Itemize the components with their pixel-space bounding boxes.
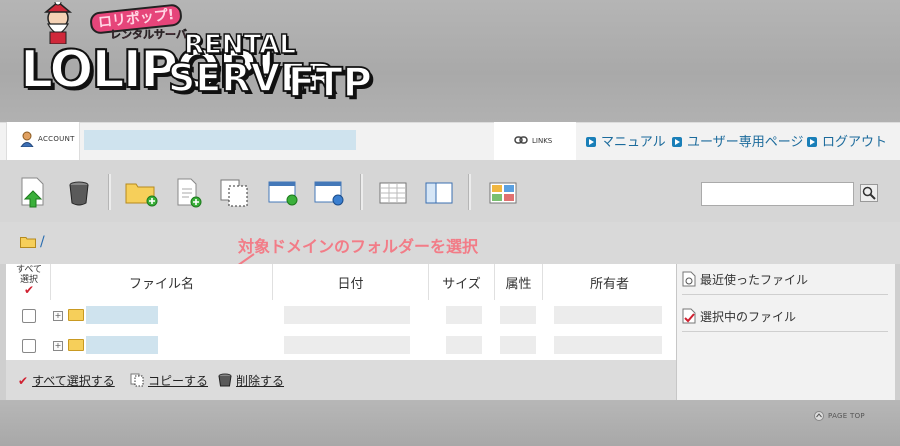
copy-icon [130,373,144,387]
recent-files-label: 最近使ったファイル [700,273,809,287]
mascot-logo-icon [43,2,73,44]
nav-link-manual-label: マニュアル [601,135,666,150]
column-view-button[interactable] [420,174,458,212]
thumbnail-view-button[interactable] [484,174,522,212]
upload-button[interactable] [14,174,52,212]
move-window-icon [268,181,298,206]
column-view-icon [425,182,453,204]
checkmark-icon: ✔ [23,283,35,297]
row-checkbox[interactable] [22,309,36,323]
account-label: ACCOUNT [38,135,75,143]
nav-link-manual[interactable]: マニュアル [586,131,666,150]
web-open-button[interactable] [310,174,348,212]
column-header-size[interactable]: サイズ [428,264,494,300]
new-folder-button[interactable] [122,174,160,212]
logo-ftp: FTP [287,59,373,107]
select-all-label: すべて 選択 [15,265,42,285]
nav-link-user-page-label: ユーザー専用ページ [687,135,804,150]
row-owner-redacted [554,306,662,324]
row-attribute-redacted [500,336,536,354]
expand-plus-icon[interactable]: + [53,341,63,351]
delete-link-label: 削除する [236,374,285,388]
search-icon[interactable] [860,184,878,202]
list-view-icon [379,182,407,204]
trash-icon [218,373,232,387]
new-file-button[interactable] [170,174,208,212]
toolbar-separator [108,174,111,210]
row-size-redacted [446,306,482,324]
web-window-icon [314,181,344,206]
list-view-button[interactable] [374,174,412,212]
thumbnail-view-icon [489,182,517,204]
folder-icon [68,309,84,321]
account-value-redacted [84,130,356,150]
select-all-link-label: すべて選択する [32,374,115,388]
move-button[interactable] [264,174,302,212]
column-header-filename[interactable]: ファイル名 [50,264,272,300]
nav-link-logout[interactable]: ログアウト [807,131,887,150]
row-filename-redacted[interactable] [86,336,158,354]
nav-link-user-page[interactable]: ユーザー専用ページ [672,131,803,150]
folder-icon [68,339,84,351]
toolbar-separator [360,174,363,210]
user-icon [20,131,34,147]
footer [0,400,900,446]
column-header-attribute[interactable]: 属性 [494,264,542,300]
copy-link-label: コピーする [148,374,209,388]
recent-file-icon [682,271,696,287]
arrow-square-icon [672,137,682,147]
row-date-redacted [284,306,410,324]
recent-files-item[interactable]: 最近使ったファイル [682,271,888,295]
breadcrumb-root-link[interactable]: / [40,234,45,250]
trash-icon [69,181,89,206]
chain-link-icon [514,136,528,144]
new-folder-icon [125,183,158,207]
select-all-link[interactable]: ✔ すべて選択する [18,372,115,389]
search-input[interactable] [701,182,854,206]
arrow-square-icon [586,137,596,147]
copy-link[interactable]: コピーする [130,372,208,389]
copy-icon [220,179,248,207]
page-top-link[interactable]: PAGE TOP [828,412,865,420]
column-header-date[interactable]: 日付 [272,264,428,300]
new-file-icon [177,178,202,208]
row-filename-redacted[interactable] [86,306,158,324]
row-size-redacted [446,336,482,354]
upload-icon [21,177,44,208]
nav-link-logout-label: ログアウト [822,135,888,150]
row-checkbox[interactable] [22,339,36,353]
delete-toolbar-button[interactable] [60,174,98,212]
links-label: LINKS [532,137,553,145]
selected-files-item[interactable]: 選択中のファイル [682,308,888,332]
selected-files-label: 選択中のファイル [700,310,797,324]
annotation-callout: 対象ドメインのフォルダーを選択 [238,237,479,256]
copy-toolbar-button[interactable] [216,174,254,212]
expand-plus-icon[interactable]: + [53,311,63,321]
row-date-redacted [284,336,410,354]
checkmark-icon: ✔ [18,374,29,388]
delete-link[interactable]: 削除する [218,372,284,389]
row-owner-redacted [554,336,662,354]
row-attribute-redacted [500,306,536,324]
toolbar-separator [468,174,471,210]
column-header-owner[interactable]: 所有者 [542,264,676,300]
folder-icon [20,237,36,248]
arrow-square-icon [807,137,817,147]
select-all-header[interactable]: すべて 選択 ✔ [12,265,46,297]
page-top-arrow-icon[interactable] [814,411,824,421]
selected-file-icon [682,308,696,324]
